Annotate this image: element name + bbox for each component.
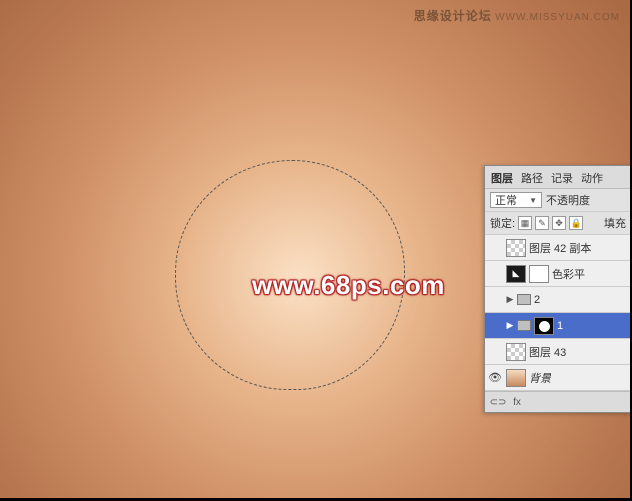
layer-row[interactable]: 图层 43: [485, 339, 631, 365]
lock-label: 锁定:: [490, 215, 515, 231]
layer-name: 色彩平: [552, 266, 585, 282]
visibility-toggle[interactable]: [487, 318, 503, 334]
watermark-site-name: 思缘设计论坛: [414, 9, 492, 23]
layer-thumbnail: [506, 369, 526, 387]
layer-name: 背景: [529, 370, 551, 386]
layer-thumbnail: [506, 343, 526, 361]
blend-mode-select[interactable]: 正常 ▼: [490, 192, 542, 208]
layers-panel: 图层 路径 记录 动作 正常 ▼ 不透明度 锁定: ▦ ✎ ✥ 🔒 填充 图层 …: [484, 165, 632, 413]
lock-pixels-icon[interactable]: ✎: [535, 216, 549, 230]
blend-mode-value: 正常: [495, 192, 517, 208]
expand-arrow-icon[interactable]: ▶: [506, 320, 514, 331]
expand-arrow-icon[interactable]: ▶: [506, 294, 514, 305]
adjustment-icon: ◣: [506, 265, 526, 283]
panel-tab-bar: 图层 路径 记录 动作: [485, 166, 631, 189]
visibility-toggle[interactable]: [487, 292, 503, 308]
visibility-toggle[interactable]: [487, 240, 503, 256]
watermark-top: 思缘设计论坛 WWW.MISSYUAN.COM: [414, 7, 620, 24]
visibility-toggle[interactable]: [487, 344, 503, 360]
layer-name: 图层 42 副本: [529, 240, 591, 256]
lock-transparency-icon[interactable]: ▦: [518, 216, 532, 230]
watermark-center: www.68ps.com: [252, 270, 445, 301]
fill-label: 填充: [604, 215, 626, 231]
lock-position-icon[interactable]: ✥: [552, 216, 566, 230]
layer-mask-thumbnail: [534, 317, 554, 335]
opacity-label: 不透明度: [546, 192, 590, 208]
tab-layers[interactable]: 图层: [491, 170, 513, 186]
layer-list: 图层 42 副本 ◣ 色彩平 ▶ 2 ▶ 1 图层 43 👁: [485, 235, 631, 391]
lock-row: 锁定: ▦ ✎ ✥ 🔒 填充: [485, 212, 631, 235]
visibility-icon[interactable]: 👁: [487, 370, 503, 386]
layer-name: 图层 43: [529, 344, 566, 360]
layer-group-row-selected[interactable]: ▶ 1: [485, 313, 631, 339]
watermark-site-url: WWW.MISSYUAN.COM: [495, 12, 620, 23]
panel-footer: ⊂⊃ fx: [485, 391, 631, 412]
tab-history[interactable]: 记录: [551, 170, 573, 186]
blend-opacity-row: 正常 ▼ 不透明度: [485, 189, 631, 212]
lock-all-icon[interactable]: 🔒: [569, 216, 583, 230]
tab-actions[interactable]: 动作: [581, 170, 603, 186]
layer-thumbnail: [506, 239, 526, 257]
layer-row[interactable]: ◣ 色彩平: [485, 261, 631, 287]
layer-name: 1: [557, 320, 563, 332]
layer-row-background[interactable]: 👁 背景: [485, 365, 631, 391]
folder-icon: [517, 294, 531, 305]
link-layers-icon[interactable]: ⊂⊃: [491, 396, 505, 408]
visibility-toggle[interactable]: [487, 266, 503, 282]
chevron-down-icon: ▼: [529, 196, 537, 205]
layer-name: 2: [534, 294, 540, 306]
tab-paths[interactable]: 路径: [521, 170, 543, 186]
layer-group-row[interactable]: ▶ 2: [485, 287, 631, 313]
layer-row[interactable]: 图层 42 副本: [485, 235, 631, 261]
layer-mask-thumbnail: [529, 265, 549, 283]
folder-icon: [517, 320, 531, 331]
layer-fx-icon[interactable]: fx: [510, 396, 524, 408]
